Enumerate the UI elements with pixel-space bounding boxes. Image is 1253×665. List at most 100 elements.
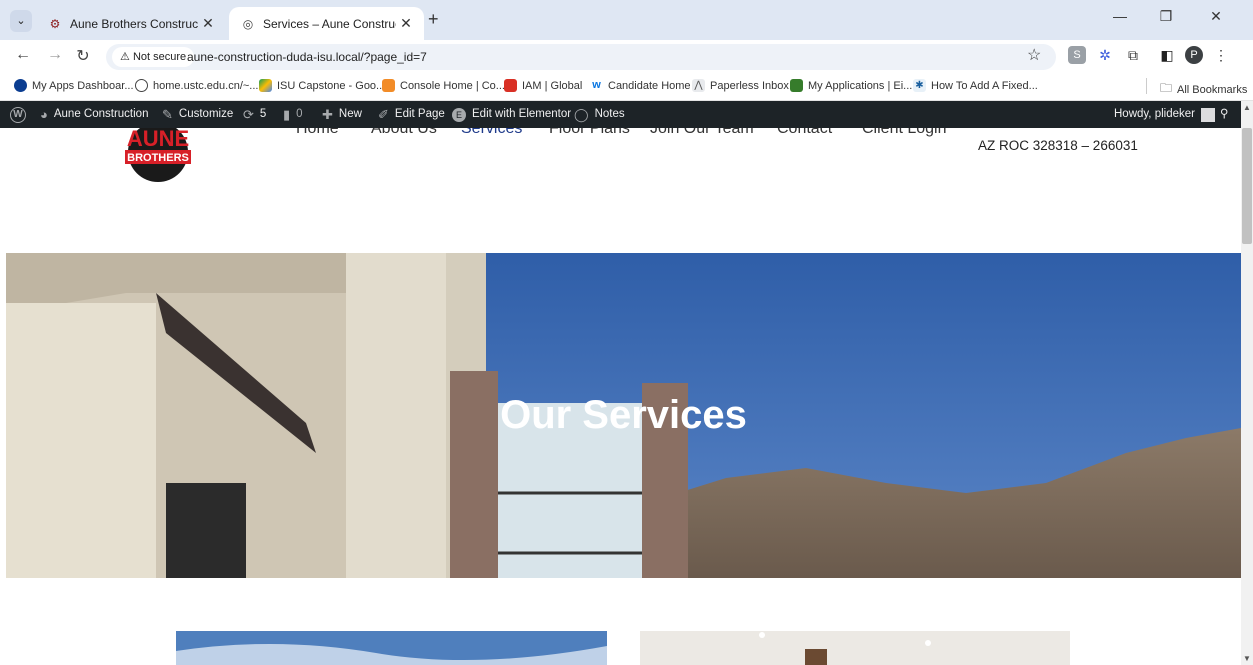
site-name-label: Aune Construction <box>53 108 149 120</box>
globe-icon <box>135 79 148 92</box>
roc-license: AZ ROC 328318 – 266031 <box>978 138 1138 153</box>
menu-kebab-icon[interactable]: ⋮ <box>1212 46 1230 64</box>
nav-contact[interactable]: Contact <box>777 128 832 138</box>
wordpress-logo-icon[interactable]: W <box>10 101 26 128</box>
bookmark-label: My Apps Dashboar... <box>32 79 134 92</box>
nav-floor-plans[interactable]: Floor Plans <box>549 128 630 138</box>
all-bookmarks-button[interactable]: 🗀 All Bookmarks <box>1160 79 1247 100</box>
close-tab-icon[interactable]: ✕ <box>396 15 416 32</box>
tab-search-chevron-icon[interactable]: ⌄ <box>10 10 32 32</box>
tab-title: Aune Brothers Construction <box>70 16 198 31</box>
workday-icon: w <box>590 79 603 92</box>
speech-bubble-icon: ◯ <box>574 107 589 122</box>
admin-notes[interactable]: ◯ Notes <box>574 101 625 128</box>
forward-icon[interactable]: → <box>44 46 66 64</box>
pencil-icon: ✐ <box>378 107 389 122</box>
howdy-label: Howdy, plideker <box>1114 108 1195 120</box>
bookmark-item[interactable]: ISU Capstone - Goo... <box>259 79 385 92</box>
admin-customize[interactable]: ✎ Customize <box>162 101 233 128</box>
customize-label: Customize <box>178 108 234 120</box>
extension-gear-icon[interactable]: ✲ <box>1096 46 1114 64</box>
bookmark-item[interactable]: My Applications | Ei... <box>790 79 912 92</box>
bookmark-item[interactable]: IAM | Global <box>504 79 582 92</box>
extensions-puzzle-icon[interactable]: ⧉ <box>1124 46 1142 64</box>
reload-icon[interactable]: ↻ <box>72 46 94 66</box>
bookmark-item[interactable]: My Apps Dashboar... <box>14 79 134 92</box>
comment-icon: ▮ <box>283 107 291 122</box>
site-favicon-icon: ⚙ <box>49 16 61 31</box>
updates-count: 5 <box>259 108 267 120</box>
new-label: New <box>338 108 362 120</box>
close-window-icon[interactable]: ✕ <box>1196 8 1236 25</box>
all-bookmarks-label: All Bookmarks <box>1177 83 1248 96</box>
avatar <box>1200 107 1215 122</box>
admin-new[interactable]: ✚ New <box>322 101 362 128</box>
restore-icon[interactable]: ❐ <box>1146 8 1186 25</box>
nav-join-our-team[interactable]: Join Our Team <box>650 128 754 138</box>
bookmark-item[interactable]: ✱ How To Add A Fixed... <box>913 79 1038 92</box>
bookmark-label: ISU Capstone - Goo... <box>277 79 386 92</box>
bookmark-label: IAM | Global <box>522 79 583 92</box>
hero-banner: Our Services <box>6 253 1241 578</box>
brush-icon: ✎ <box>162 107 173 122</box>
bookmark-label: Paperless Inbox <box>710 79 789 92</box>
extension-icon[interactable]: S <box>1068 46 1086 64</box>
google-drive-icon <box>259 79 272 92</box>
bookmark-item[interactable]: ⋀ Paperless Inbox <box>692 79 789 92</box>
bookmarks-divider <box>1146 78 1147 94</box>
nav-home[interactable]: Home <box>296 128 339 138</box>
scrollbar-thumb[interactable] <box>1242 128 1252 244</box>
bookmark-label: home.ustc.edu.cn/~... <box>153 79 259 92</box>
john-deere-icon <box>790 79 803 92</box>
service-card-image-1[interactable] <box>176 631 607 665</box>
site-logo[interactable]: AUNE BROTHERS <box>115 128 201 184</box>
admin-comments[interactable]: ▮ 0 <box>283 101 303 128</box>
nav-client-login[interactable]: Client Login <box>862 128 947 138</box>
back-icon[interactable]: ← <box>12 46 34 64</box>
comments-count: 0 <box>296 108 303 120</box>
side-panel-icon[interactable]: ◧ <box>1158 46 1176 64</box>
service-card-image-2[interactable] <box>640 631 1070 665</box>
admin-search-icon[interactable]: ⚲ <box>1220 101 1228 128</box>
bookmark-item[interactable]: home.ustc.edu.cn/~... <box>135 79 258 92</box>
iam-icon <box>504 79 517 92</box>
bookmark-label: Candidate Home <box>608 79 691 92</box>
tab-services[interactable]: ◎ Services – Aune Construction ✕ <box>229 7 424 40</box>
dashboard-icon: ◕ <box>40 107 48 122</box>
globe-icon: ◎ <box>242 16 254 31</box>
bookmark-label: How To Add A Fixed... <box>931 79 1038 92</box>
admin-updates[interactable]: ⟳ 5 <box>243 101 266 128</box>
nav-about-us[interactable]: About Us <box>371 128 437 138</box>
folder-icon: 🗀 <box>1160 81 1173 95</box>
page-content: AUNE BROTHERS Home About Us Services Flo… <box>0 128 1241 665</box>
edit-elementor-label: Edit with Elementor <box>472 108 572 120</box>
tab-aune-brothers[interactable]: ⚙ Aune Brothers Construction ✕ <box>36 7 226 40</box>
bookmark-label: Console Home | Co... <box>400 79 505 92</box>
security-chip[interactable]: ⚠ Not secure <box>112 47 195 67</box>
warning-icon: ⚠ <box>120 51 130 63</box>
paperless-icon: ⋀ <box>692 79 705 92</box>
nav-services[interactable]: Services <box>461 128 522 138</box>
admin-account[interactable]: Howdy, plideker <box>1114 101 1215 128</box>
aws-cube-icon <box>382 79 395 92</box>
new-tab-button[interactable]: + <box>428 9 439 30</box>
bookmark-label: My Applications | Ei... <box>808 79 913 92</box>
admin-edit-page[interactable]: ✐ Edit Page <box>378 101 445 128</box>
admin-site-name[interactable]: ◕ Aune Construction <box>40 101 148 128</box>
security-label: Not secure <box>132 51 187 63</box>
scroll-up-arrow-icon[interactable]: ▲ <box>1243 103 1251 112</box>
close-tab-icon[interactable]: ✕ <box>198 15 218 32</box>
svg-text:BROTHERS: BROTHERS <box>127 152 189 164</box>
plus-icon: ✚ <box>322 107 333 122</box>
bookmark-item[interactable]: w Candidate Home <box>590 79 691 92</box>
svg-text:AUNE: AUNE <box>127 128 189 151</box>
url-text[interactable]: aune-construction-duda-isu.local/?page_i… <box>187 47 427 67</box>
profile-avatar[interactable]: P <box>1185 46 1203 64</box>
admin-edit-elementor[interactable]: E Edit with Elementor <box>452 101 571 128</box>
minimize-icon[interactable]: — <box>1100 8 1140 24</box>
updates-icon: ⟳ <box>243 107 254 122</box>
elementor-icon: E <box>452 107 466 122</box>
scroll-down-arrow-icon[interactable]: ▼ <box>1243 654 1251 663</box>
bookmark-star-icon[interactable]: ☆ <box>1027 45 1041 65</box>
bookmark-item[interactable]: Console Home | Co... <box>382 79 505 92</box>
